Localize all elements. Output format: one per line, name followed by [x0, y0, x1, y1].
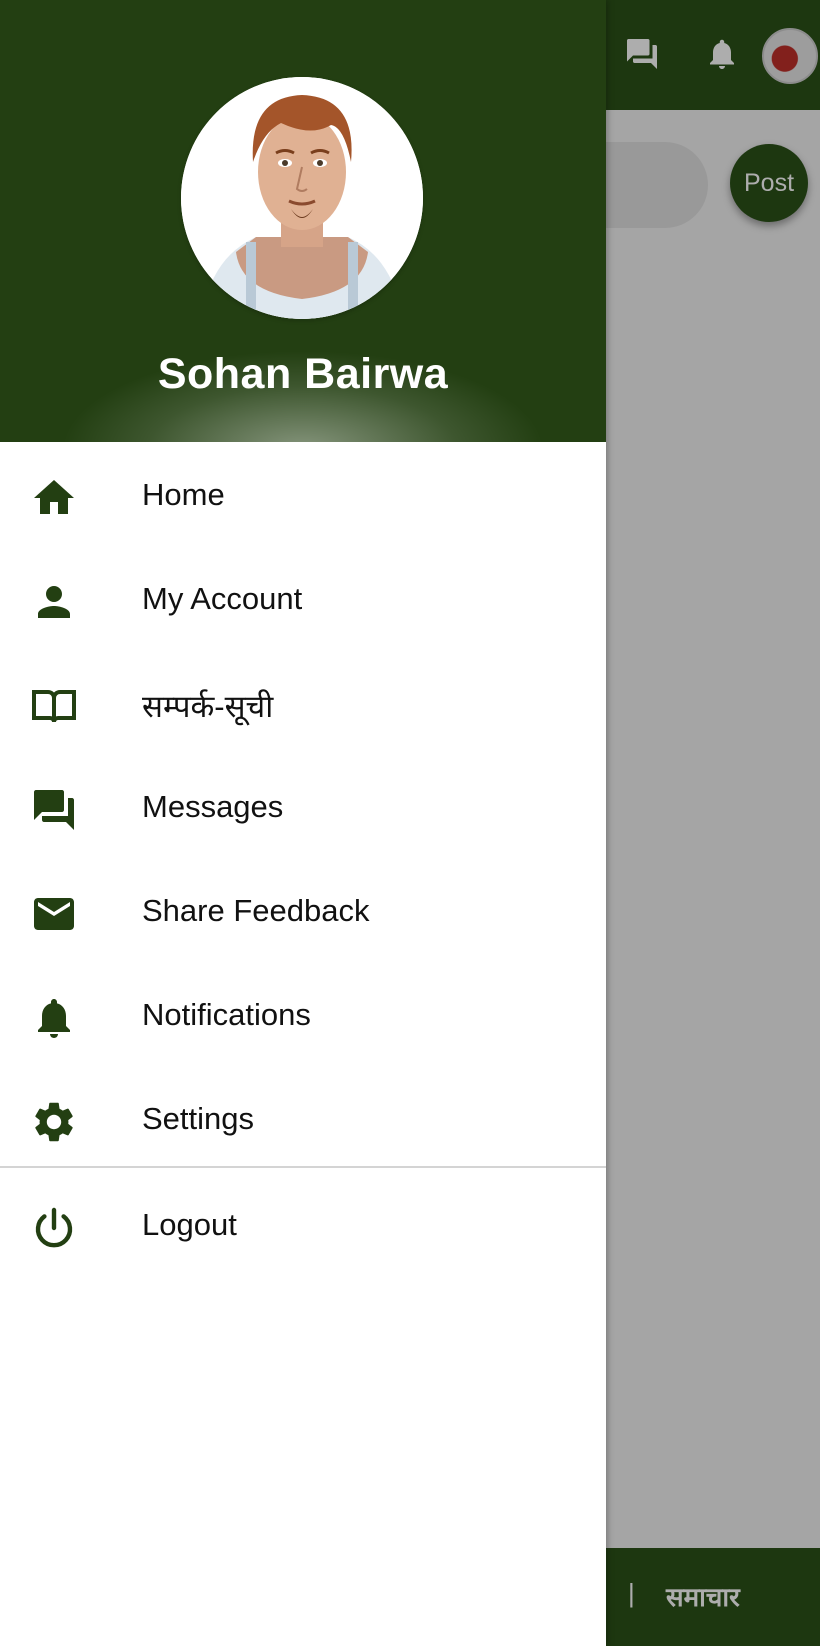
gear-icon — [35, 1102, 73, 1142]
menu-item-label: Notifications — [142, 997, 311, 1032]
profile-avatar[interactable] — [181, 77, 423, 319]
navigation-drawer: Sohan Bairwa Home My Account सम्पर्क-सूच… — [0, 0, 606, 1646]
menu-item-label: Home — [142, 477, 225, 512]
screen-edge — [820, 0, 824, 1646]
drawer-header: Sohan Bairwa — [0, 0, 606, 442]
menu-item-home[interactable]: Home — [0, 444, 606, 548]
menu-item-logout[interactable]: Logout — [0, 1174, 606, 1278]
menu-item-label: Messages — [142, 789, 284, 824]
menu-item-settings[interactable]: Settings — [0, 1068, 606, 1172]
menu-item-notifications[interactable]: Notifications — [0, 964, 606, 1068]
menu-item-label: Logout — [142, 1207, 237, 1242]
person-icon — [38, 586, 70, 618]
menu-item-share-feedback[interactable]: Share Feedback — [0, 860, 606, 964]
menu-item-label: Settings — [142, 1101, 255, 1136]
profile-name: Sohan Bairwa — [157, 350, 449, 398]
home-icon — [34, 480, 74, 514]
bell-icon — [38, 999, 70, 1038]
profile-avatar-illustration — [181, 77, 423, 319]
forum-icon — [34, 790, 74, 830]
mail-icon — [34, 898, 74, 930]
menu-item-label: सम्पर्क-सूची — [142, 689, 274, 724]
menu-divider — [0, 1166, 606, 1168]
menu-item-messages[interactable]: Messages — [0, 756, 606, 860]
menu-item-label: My Account — [142, 581, 303, 616]
menu-item-my-account[interactable]: My Account — [0, 548, 606, 652]
menu-item-label: Share Feedback — [142, 893, 370, 928]
power-icon — [35, 1207, 73, 1248]
book-icon — [32, 690, 76, 723]
menu-item-contacts[interactable]: सम्पर्क-सूची — [0, 652, 606, 756]
